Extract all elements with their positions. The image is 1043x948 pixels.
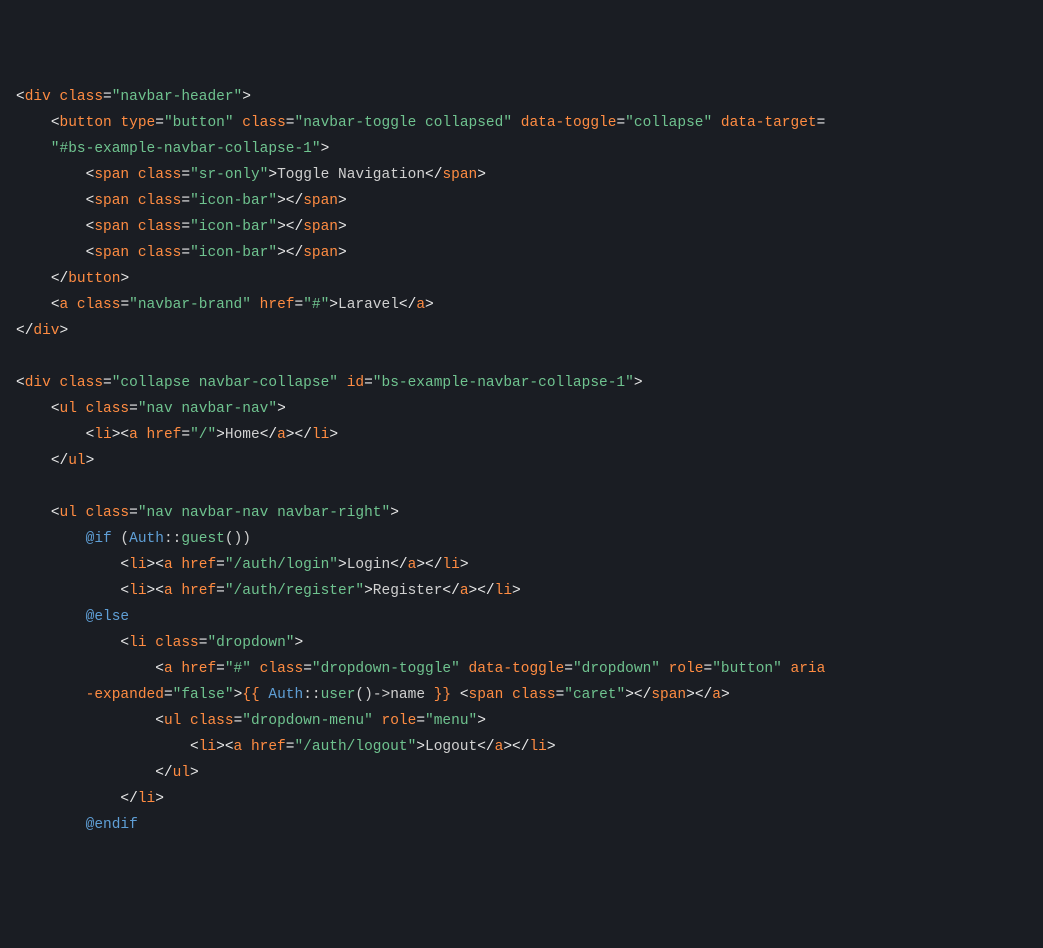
code-line: <ul class="dropdown-menu" role="menu"> [16, 713, 486, 729]
code-line: <button type="button" class="navbar-togg… [16, 115, 825, 157]
code-line: </ul> [16, 765, 199, 781]
code-line: @if (Auth::guest()) [16, 531, 251, 547]
code-line: </div> [16, 323, 68, 339]
code-line: @else [16, 609, 129, 625]
code-line [16, 479, 25, 495]
code-line: <li class="dropdown"> [16, 635, 303, 651]
code-line: </li> [16, 791, 164, 807]
code-line: <ul class="nav navbar-nav"> [16, 401, 286, 417]
code-line: <span class="sr-only">Toggle Navigation<… [16, 167, 486, 183]
code-line: <li><a href="/auth/logout">Logout</a></l… [16, 739, 556, 755]
code-line: <div class="navbar-header"> [16, 89, 251, 105]
code-line: @endif [16, 817, 138, 833]
code-line: <span class="icon-bar"></span> [16, 193, 347, 209]
code-line: <span class="icon-bar"></span> [16, 219, 347, 235]
code-line: <a href="#" class="dropdown-toggle" data… [16, 661, 825, 703]
code-line: <li><a href="/auth/register">Register</a… [16, 583, 521, 599]
code-line: <li><a href="/auth/login">Login</a></li> [16, 557, 469, 573]
code-line: <div class="collapse navbar-collapse" id… [16, 375, 643, 391]
code-line: </ul> [16, 453, 94, 469]
code-line: </button> [16, 271, 129, 287]
code-line: <a class="navbar-brand" href="#">Laravel… [16, 297, 434, 313]
code-line: <span class="icon-bar"></span> [16, 245, 347, 261]
code-editor[interactable]: <div class="navbar-header"> <button type… [0, 84, 1043, 838]
code-line [16, 349, 25, 365]
code-line: <ul class="nav navbar-nav navbar-right"> [16, 505, 399, 521]
code-line: <li><a href="/">Home</a></li> [16, 427, 338, 443]
